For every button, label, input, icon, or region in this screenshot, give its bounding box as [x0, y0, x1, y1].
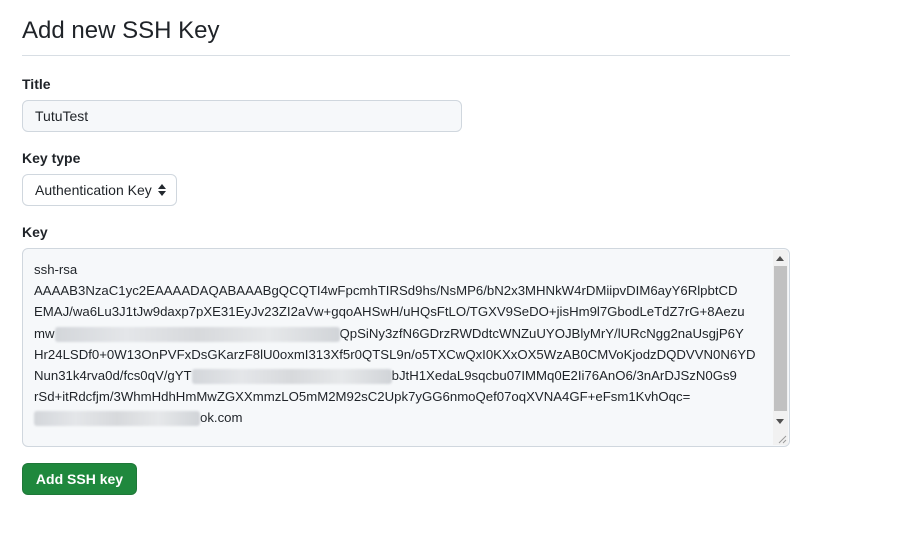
textarea-scrollbar[interactable] [773, 250, 788, 445]
select-arrows-icon [157, 184, 166, 196]
key-line: ssh-rsa [34, 262, 78, 277]
add-ssh-key-button[interactable]: Add SSH key [22, 463, 137, 495]
key-line: mw QpSiNy3zfN6GDrzRWDdtcWNZuUYOJBlyMrY/lU… [34, 325, 744, 342]
key-type-label: Key type [22, 150, 81, 166]
resize-grip-icon[interactable] [777, 434, 787, 444]
key-line: Nun31k4rva0d/fcs0qV/gYT bJtH1XedaL9sqcbu0… [34, 368, 737, 385]
scroll-down-arrow-icon[interactable] [776, 419, 784, 424]
ssh-key-page: Add new SSH Key Title Key type Authentic… [0, 0, 909, 538]
key-line: AAAAB3NzaC1yc2EAAAADAQABAAABgQCQTI4wFpcm… [34, 283, 738, 299]
redacted-region [54, 326, 340, 342]
page-heading-container: Add new SSH Key [22, 14, 790, 56]
key-line: rSd+itRdcfjm/3WhmHdhHmMwZGXXmmzLO5mM2M92… [34, 389, 691, 405]
key-label: Key [22, 224, 48, 240]
key-textarea-content[interactable]: ssh-rsa AAAAB3NzaC1yc2EAAAADAQABAAABgQCQ… [34, 259, 769, 429]
key-line: Hr24LSDf0+0W13OnPVFxDsGKarzF8lU0oxmI313X… [34, 346, 756, 362]
key-line: ok.com [34, 407, 769, 428]
scroll-up-arrow-icon[interactable] [776, 256, 784, 261]
redacted-region [34, 411, 200, 427]
redacted-region [191, 369, 392, 385]
key-type-selected-value: Authentication Key [35, 182, 152, 198]
page-title: Add new SSH Key [22, 17, 220, 44]
key-type-select[interactable]: Authentication Key [22, 174, 177, 206]
scrollbar-thumb[interactable] [774, 266, 787, 411]
key-textarea[interactable]: ssh-rsa AAAAB3NzaC1yc2EAAAADAQABAAABgQCQ… [22, 248, 790, 447]
key-line: EMAJ/wa6Lu3J1tJw9daxp7pXE31EyJv23ZI2aVw+… [34, 304, 745, 320]
title-label: Title [22, 76, 51, 92]
title-input[interactable] [22, 100, 462, 132]
